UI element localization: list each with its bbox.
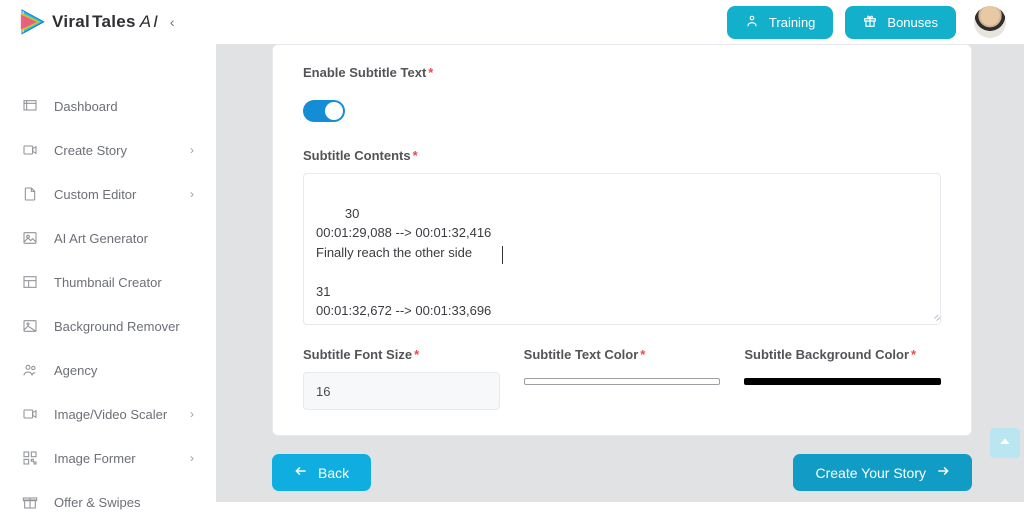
training-button[interactable]: Training xyxy=(727,6,833,39)
brand-logo[interactable]: ViralTalesAI ‹ xyxy=(18,7,175,37)
arrow-right-icon xyxy=(936,464,950,481)
chevron-right-icon: › xyxy=(190,187,194,201)
gift-icon xyxy=(863,14,877,31)
resize-handle-icon[interactable] xyxy=(927,311,937,321)
sidebar-item-bg-remover[interactable]: Background Remover xyxy=(0,304,216,348)
required-icon: * xyxy=(640,347,645,362)
user-avatar[interactable] xyxy=(974,6,1006,38)
font-size-label: Subtitle Font Size* xyxy=(303,347,500,362)
training-icon xyxy=(745,14,759,31)
text-cursor-icon xyxy=(502,246,503,264)
back-label: Back xyxy=(318,465,349,481)
users-icon xyxy=(22,362,38,378)
subtitle-style-row: Subtitle Font Size* 16 Subtitle Text Col… xyxy=(303,347,941,410)
text-color-picker[interactable] xyxy=(524,372,721,390)
toggle-knob xyxy=(325,102,343,120)
file-icon xyxy=(22,186,38,202)
enable-subtitle-toggle[interactable] xyxy=(303,100,345,122)
sidebar-item-label: Agency xyxy=(54,363,97,378)
create-label: Create Your Story xyxy=(815,465,926,481)
subtitle-settings-card: Enable Subtitle Text* Subtitle Contents*… xyxy=(272,44,972,436)
bg-color-picker[interactable] xyxy=(744,372,941,390)
video-icon xyxy=(22,142,38,158)
sidebar-item-label: Image Former xyxy=(54,451,136,466)
required-icon: * xyxy=(414,347,419,362)
scroll-to-top-button[interactable] xyxy=(990,428,1020,458)
sidebar-item-label: Image/Video Scaler xyxy=(54,407,167,422)
sidebar-item-label: Background Remover xyxy=(54,319,180,334)
qr-icon xyxy=(22,450,38,466)
sidebar-item-label: Dashboard xyxy=(54,99,118,114)
back-button[interactable]: Back xyxy=(272,454,371,491)
required-icon: * xyxy=(428,65,433,80)
sidebar-item-label: AI Art Generator xyxy=(54,231,148,246)
brand-name: ViralTalesAI xyxy=(52,12,160,32)
sidebar-item-image-former[interactable]: Image Former › xyxy=(0,436,216,480)
sidebar-item-create-story[interactable]: Create Story › xyxy=(0,128,216,172)
sidebar-item-label: Custom Editor xyxy=(54,187,136,202)
image-icon xyxy=(22,230,38,246)
app-header: ViralTalesAI ‹ Training Bonuses xyxy=(0,0,1024,44)
sidebar-item-agency[interactable]: Agency xyxy=(0,348,216,392)
create-story-button[interactable]: Create Your Story xyxy=(793,454,972,491)
sidebar: Dashboard Create Story › Custom Editor ›… xyxy=(0,44,216,502)
video-icon xyxy=(22,406,38,422)
required-icon: * xyxy=(911,347,916,362)
text-color-label: Subtitle Text Color* xyxy=(524,347,721,362)
font-size-input[interactable]: 16 xyxy=(303,372,500,410)
subtitle-contents-label: Subtitle Contents* xyxy=(303,148,941,163)
required-icon: * xyxy=(413,148,418,163)
form-footer: Back Create Your Story xyxy=(272,454,972,491)
bg-color-label: Subtitle Background Color* xyxy=(744,347,941,362)
sidebar-item-ai-art[interactable]: AI Art Generator xyxy=(0,216,216,260)
sidebar-item-label: Offer & Swipes xyxy=(54,495,140,510)
enable-subtitle-label: Enable Subtitle Text* xyxy=(303,65,941,80)
chevron-right-icon: › xyxy=(190,143,194,157)
chevron-right-icon: › xyxy=(190,407,194,421)
header-actions: Training Bonuses xyxy=(727,6,1006,39)
chevron-right-icon: › xyxy=(190,451,194,465)
bonuses-button[interactable]: Bonuses xyxy=(845,6,956,39)
sidebar-item-scaler[interactable]: Image/Video Scaler › xyxy=(0,392,216,436)
sidebar-item-label: Create Story xyxy=(54,143,127,158)
text-color-field: Subtitle Text Color* xyxy=(524,347,721,410)
dashboard-icon xyxy=(22,98,38,114)
subtitle-contents-textarea[interactable]: 30 00:01:29,088 --> 00:01:32,416 Finally… xyxy=(303,173,941,325)
sidebar-item-dashboard[interactable]: Dashboard xyxy=(0,84,216,128)
sidebar-item-offer[interactable]: Offer & Swipes xyxy=(0,480,216,524)
sidebar-item-label: Thumbnail Creator xyxy=(54,275,162,290)
image-minus-icon xyxy=(22,318,38,334)
arrow-left-icon xyxy=(294,464,308,481)
bg-color-field: Subtitle Background Color* xyxy=(744,347,941,410)
sidebar-item-thumbnail[interactable]: Thumbnail Creator xyxy=(0,260,216,304)
bonuses-label: Bonuses xyxy=(887,15,938,30)
training-label: Training xyxy=(769,15,815,30)
sidebar-item-custom-editor[interactable]: Custom Editor › xyxy=(0,172,216,216)
logo-play-icon xyxy=(18,7,48,37)
gift-icon xyxy=(22,494,38,510)
font-size-field: Subtitle Font Size* 16 xyxy=(303,347,500,410)
main-content: Enable Subtitle Text* Subtitle Contents*… xyxy=(216,44,1024,502)
sidebar-collapse-icon[interactable]: ‹ xyxy=(170,14,175,30)
layout-icon xyxy=(22,274,38,290)
